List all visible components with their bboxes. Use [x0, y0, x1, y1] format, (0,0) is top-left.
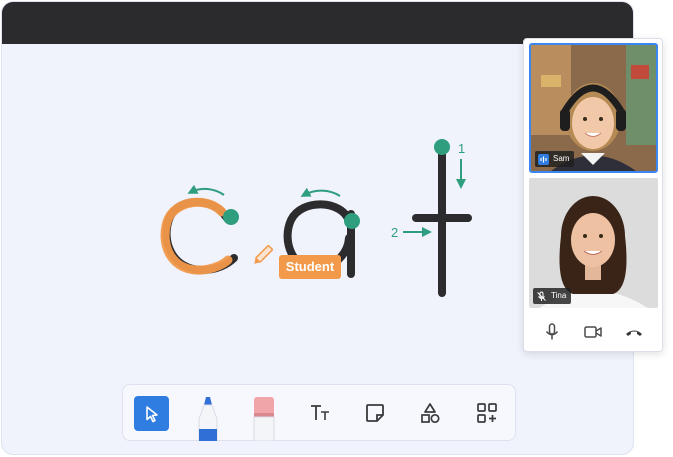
- mic-muted-icon: [537, 291, 546, 301]
- direction-arrow: [300, 187, 341, 197]
- pencil-cursor-icon: [254, 245, 273, 264]
- letter-t: 1 2: [391, 139, 472, 297]
- letter-c: [160, 184, 239, 275]
- participant-name: Tina: [551, 291, 567, 300]
- hang-up-button[interactable]: [623, 323, 645, 341]
- text-tool-button[interactable]: [305, 398, 335, 428]
- stroke-number-1: 1: [458, 141, 465, 156]
- stroke-start-dot: [344, 213, 360, 229]
- video-camera-icon: [584, 326, 602, 338]
- participant-tile-tina[interactable]: Tina: [529, 178, 658, 308]
- student-cursor-label: Student: [279, 255, 341, 279]
- microphone-icon: [545, 323, 559, 340]
- video-call-panel: Sam Tina: [523, 38, 663, 352]
- phone-hangup-icon: [626, 330, 642, 336]
- sticky-note-tool-button[interactable]: [360, 398, 390, 428]
- blue-marker-icon: [198, 397, 218, 441]
- add-apps-icon: [477, 403, 497, 423]
- audio-wave-icon: [538, 153, 549, 165]
- eraser-icon: [253, 397, 275, 441]
- cursor-arrow-icon: [145, 405, 158, 422]
- stroke-start-dot: [434, 139, 450, 155]
- select-tool-button[interactable]: [134, 396, 169, 431]
- shapes-tool-button[interactable]: [415, 398, 445, 428]
- camera-button[interactable]: [582, 323, 604, 341]
- participant-name-tag: Tina: [533, 288, 572, 304]
- more-apps-tool-button[interactable]: [472, 398, 502, 428]
- call-controls: [524, 315, 662, 349]
- stroke-number-2: 2: [391, 225, 398, 240]
- eraser-tool-button[interactable]: [249, 395, 279, 441]
- stroke-start-dot: [223, 209, 239, 225]
- shapes-icon: [421, 403, 440, 424]
- participant-name: Sam: [553, 154, 570, 163]
- pen-tool-button[interactable]: [193, 393, 223, 441]
- sticky-note-icon: [366, 404, 384, 422]
- participant-name-tag: Sam: [535, 151, 575, 167]
- text-size-icon: [311, 405, 329, 420]
- direction-arrow: [187, 184, 225, 196]
- microphone-button[interactable]: [541, 323, 563, 341]
- drawing-toolbar: [122, 384, 516, 441]
- participant-tile-sam[interactable]: Sam: [529, 43, 658, 173]
